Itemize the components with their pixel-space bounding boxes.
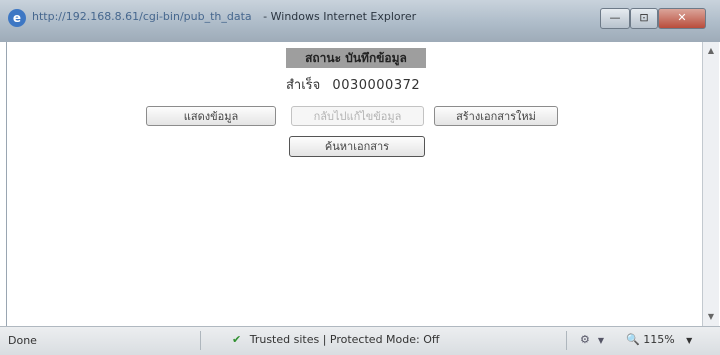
window-title-app: - Windows Internet Explorer [263, 10, 417, 23]
checkmark-icon: ✔ [232, 333, 242, 346]
status-done-text: Done [8, 334, 37, 347]
window-title-bar: e http://192.168.8.61/cgi-bin/pub_th_dat… [0, 0, 720, 42]
minimize-button[interactable]: — [600, 8, 630, 29]
security-zone[interactable]: ✔ Trusted sites | Protected Mode: Off [232, 333, 439, 346]
scroll-down-icon[interactable]: ▼ [703, 310, 719, 324]
security-zone-text: Trusted sites | Protected Mode: Off [249, 333, 440, 346]
window-title: http://192.168.8.61/cgi-bin/pub_th_data … [32, 10, 592, 23]
document-id-label: สำเร็จ [286, 78, 321, 93]
maximize-button[interactable]: ⊡ [630, 8, 658, 29]
show-data-button[interactable]: แสดงข้อมูล [146, 106, 276, 126]
chevron-down-icon[interactable]: ▼ [598, 336, 604, 345]
edit-data-button: กลับไปแก้ไขข้อมูล [291, 106, 424, 126]
search-document-button[interactable]: ค้นหาเอกสาร [289, 136, 425, 157]
protected-mode-icon[interactable]: ⚙ ▼ [580, 333, 604, 346]
status-divider [566, 331, 567, 350]
zoom-level-text: 115% [643, 333, 675, 346]
zoom-level[interactable]: 🔍 115% ▼ [626, 333, 692, 346]
vertical-scrollbar[interactable]: ▲ ▼ [702, 42, 719, 326]
close-button[interactable]: ✕ [658, 8, 706, 29]
status-bar: Done ✔ Trusted sites | Protected Mode: O… [0, 326, 720, 355]
document-id-row: สำเร็จ 0030000372 [286, 74, 456, 93]
scroll-up-icon[interactable]: ▲ [703, 44, 719, 58]
window-title-url: http://192.168.8.61/cgi-bin/pub_th_data [32, 10, 252, 23]
document-id-value: 0030000372 [332, 78, 421, 93]
chevron-down-icon[interactable]: ▼ [686, 336, 692, 345]
new-document-button[interactable]: สร้างเอกสารใหม่ [434, 106, 558, 126]
zoom-icon: 🔍 [626, 333, 640, 346]
internet-explorer-icon: e [8, 9, 26, 27]
status-header: สถานะ บันทึกข้อมูล [286, 48, 426, 68]
status-divider [200, 331, 201, 350]
